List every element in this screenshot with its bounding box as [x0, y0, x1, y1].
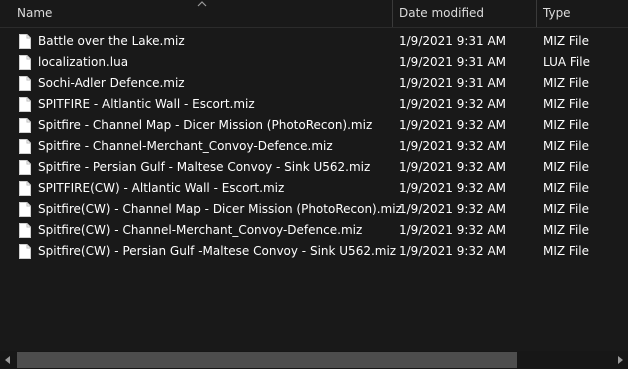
column-header-name[interactable]: Name [17, 0, 52, 27]
file-name: Spitfire - Channel Map - Dicer Mission (… [38, 118, 373, 132]
document-icon [19, 76, 31, 91]
horizontal-scrollbar[interactable] [0, 351, 628, 369]
file-name: SPITFIRE(CW) - Altlantic Wall - Escort.m… [38, 181, 285, 195]
file-date-modified: 1/9/2021 9:32 AM [399, 139, 507, 153]
file-row[interactable]: SPITFIRE - Altlantic Wall - Escort.miz 1/… [0, 94, 628, 115]
column-header-type[interactable]: Type [543, 0, 571, 27]
file-type: MIZ File [543, 244, 590, 258]
column-divider[interactable] [392, 0, 393, 27]
document-icon [19, 97, 31, 112]
file-date-modified: 1/9/2021 9:32 AM [399, 202, 507, 216]
file-type: MIZ File [543, 97, 590, 111]
file-type: MIZ File [543, 160, 590, 174]
file-type: MIZ File [543, 139, 590, 153]
file-type: MIZ File [543, 223, 590, 237]
file-row[interactable]: Battle over the Lake.miz 1/9/2021 9:31 AM… [0, 31, 628, 52]
file-date-modified: 1/9/2021 9:32 AM [399, 97, 507, 111]
file-name: Spitfire - Channel-Merchant_Convoy-Defen… [38, 139, 333, 153]
file-row[interactable]: Spitfire - Channel-Merchant_Convoy-Defen… [0, 136, 628, 157]
file-date-modified: 1/9/2021 9:32 AM [399, 118, 507, 132]
file-name: Spitfire(CW) - Channel Map - Dicer Missi… [38, 202, 402, 216]
file-date-modified: 1/9/2021 9:31 AM [399, 34, 507, 48]
file-type: MIZ File [543, 202, 590, 216]
file-type: MIZ File [543, 76, 590, 90]
file-date-modified: 1/9/2021 9:32 AM [399, 223, 507, 237]
file-date-modified: 1/9/2021 9:31 AM [399, 55, 507, 69]
file-type: MIZ File [543, 118, 590, 132]
file-date-modified: 1/9/2021 9:31 AM [399, 76, 507, 90]
scroll-right-arrow-icon[interactable] [615, 355, 625, 365]
file-type: MIZ File [543, 34, 590, 48]
document-icon [19, 160, 31, 175]
file-name: Battle over the Lake.miz [38, 34, 185, 48]
file-row[interactable]: Spitfire - Persian Gulf - Maltese Convoy… [0, 157, 628, 178]
file-date-modified: 1/9/2021 9:32 AM [399, 160, 507, 174]
file-date-modified: 1/9/2021 9:32 AM [399, 181, 507, 195]
file-name: Spitfire(CW) - Persian Gulf -Maltese Con… [38, 244, 397, 258]
file-row[interactable]: Sochi-Adler Defence.miz 1/9/2021 9:31 AM M… [0, 73, 628, 94]
document-icon [19, 202, 31, 217]
scroll-left-arrow-icon[interactable] [3, 355, 13, 365]
document-icon [19, 223, 31, 238]
file-row[interactable]: Spitfire(CW) - Channel Map - Dicer Missi… [0, 199, 628, 220]
file-name: SPITFIRE - Altlantic Wall - Escort.miz [38, 97, 255, 111]
file-list: Battle over the Lake.miz 1/9/2021 9:31 AM… [0, 31, 628, 262]
file-name: Spitfire - Persian Gulf - Maltese Convoy… [38, 160, 371, 174]
file-row[interactable]: Spitfire(CW) - Persian Gulf -Maltese Con… [0, 241, 628, 262]
file-row[interactable]: Spitfire - Channel Map - Dicer Mission (… [0, 115, 628, 136]
column-divider[interactable] [536, 0, 537, 27]
file-row[interactable]: Spitfire(CW) - Channel-Merchant_Convoy-D… [0, 220, 628, 241]
file-type: MIZ File [543, 181, 590, 195]
document-icon [19, 118, 31, 133]
file-row[interactable]: localization.lua 1/9/2021 9:31 AM LUA File [0, 52, 628, 73]
file-name: localization.lua [38, 55, 129, 69]
file-row[interactable]: SPITFIRE(CW) - Altlantic Wall - Escort.m… [0, 178, 628, 199]
document-icon [19, 244, 31, 259]
file-date-modified: 1/9/2021 9:32 AM [399, 244, 507, 258]
file-type: LUA File [543, 55, 590, 69]
column-header-bar: Name Date modified Type [0, 0, 628, 28]
file-name: Spitfire(CW) - Channel-Merchant_Convoy-D… [38, 223, 363, 237]
chevron-up-icon [197, 1, 207, 7]
file-name: Sochi-Adler Defence.miz [38, 76, 185, 90]
document-icon [19, 181, 31, 196]
document-icon [19, 55, 31, 70]
column-header-date-modified[interactable]: Date modified [399, 0, 484, 27]
document-icon [19, 139, 31, 154]
scrollbar-thumb[interactable] [17, 352, 517, 368]
document-icon [19, 34, 31, 49]
